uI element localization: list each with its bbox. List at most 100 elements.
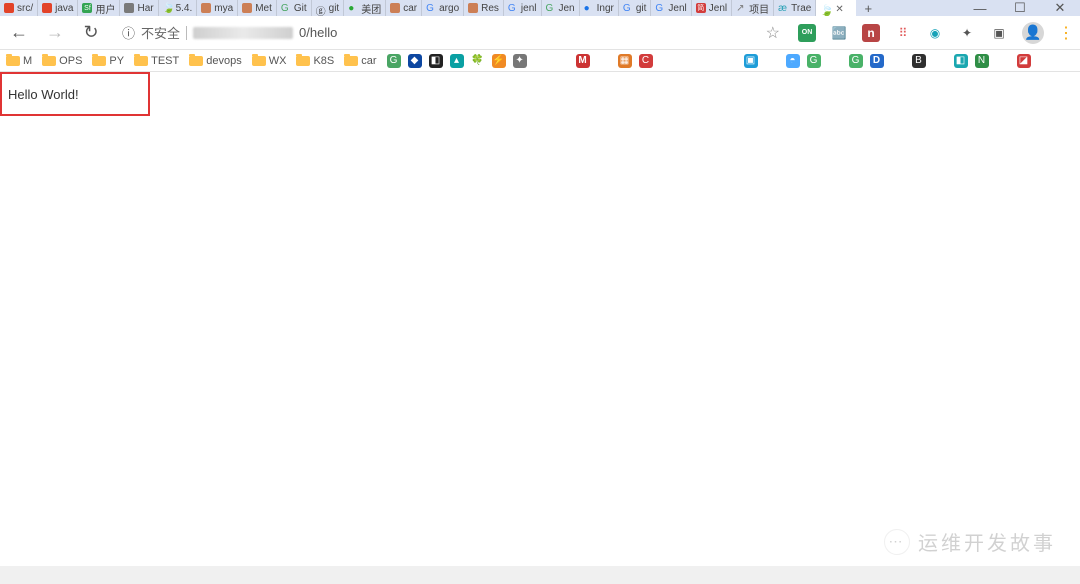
- bm-icon[interactable]: ▣: [744, 54, 758, 68]
- browser-tab[interactable]: æTrae: [774, 0, 816, 16]
- bookmark-star-icon[interactable]: ☆: [766, 23, 780, 43]
- bm-icon[interactable]: ❄: [933, 54, 947, 68]
- bookmark-folder[interactable]: WX: [252, 55, 287, 67]
- tab-title: Trae: [791, 3, 811, 14]
- bookmark-folder[interactable]: OPS: [42, 55, 82, 67]
- browser-tab[interactable]: Gjenl: [504, 0, 542, 16]
- bm-icon[interactable]: ⚠: [891, 54, 905, 68]
- bm-icon[interactable]: ▴: [450, 54, 464, 68]
- browser-tab[interactable]: GGit: [277, 0, 312, 16]
- tab-favicon: 🍃: [163, 3, 173, 13]
- tab-close-icon[interactable]: ✕: [835, 4, 843, 15]
- translate-icon[interactable]: 🔤: [830, 24, 848, 42]
- bm-icon[interactable]: ♦: [702, 54, 716, 68]
- bm-icon[interactable]: ◧: [429, 54, 443, 68]
- bm-icon[interactable]: ◆: [408, 54, 422, 68]
- browser-tab[interactable]: ↗项目: [732, 0, 774, 16]
- bm-icon[interactable]: M: [576, 54, 590, 68]
- hello-world-highlight: Hello World!: [0, 72, 150, 116]
- bm-icon[interactable]: C: [639, 54, 653, 68]
- security-status: 不安全: [141, 23, 180, 42]
- bm-icon[interactable]: ◥: [681, 54, 695, 68]
- browser-tab[interactable]: Met: [238, 0, 277, 16]
- extension-icon-n[interactable]: n: [862, 24, 880, 42]
- tab-title: Jenl: [668, 3, 686, 14]
- bm-icon[interactable]: N: [975, 54, 989, 68]
- browser-tab[interactable]: 简Jenl: [692, 0, 732, 16]
- extension-icon-cube[interactable]: ▣: [990, 24, 1008, 42]
- browser-tab-active[interactable]: 🍃✕: [816, 0, 856, 16]
- tab-title: 5.4.: [176, 3, 193, 14]
- bm-icon[interactable]: ▤: [660, 54, 674, 68]
- url-host-blurred: [193, 27, 293, 39]
- bookmark-folder[interactable]: TEST: [134, 55, 179, 67]
- browser-tab[interactable]: mya: [197, 0, 238, 16]
- bm-icon[interactable]: ⊞: [996, 54, 1010, 68]
- bm-icon[interactable]: ◓: [786, 54, 800, 68]
- bm-icon[interactable]: ⚡: [492, 54, 506, 68]
- browser-tab[interactable]: GJenl: [651, 0, 691, 16]
- site-info-icon[interactable]: ⓘ: [122, 23, 135, 42]
- browser-tab[interactable]: Sf用户: [78, 0, 120, 16]
- new-tab-button[interactable]: +: [856, 0, 880, 16]
- browser-tab[interactable]: 🍃5.4.: [159, 0, 198, 16]
- bm-icon[interactable]: B: [912, 54, 926, 68]
- browser-tab[interactable]: ●Ingr: [580, 0, 619, 16]
- bm-icon[interactable]: G: [387, 54, 401, 68]
- bookmark-folder-label: car: [361, 55, 376, 67]
- extension-icon-star[interactable]: ✦: [958, 24, 976, 42]
- bm-icon[interactable]: ✦: [513, 54, 527, 68]
- extension-icon-grid[interactable]: ⠿: [894, 24, 912, 42]
- nav-forward-button[interactable]: →: [42, 20, 68, 46]
- bm-icon[interactable]: G: [849, 54, 863, 68]
- bm-icon[interactable]: D: [870, 54, 884, 68]
- bm-icon[interactable]: ◧: [954, 54, 968, 68]
- bookmark-folder[interactable]: M: [6, 55, 32, 67]
- folder-icon: [42, 56, 56, 66]
- bm-icon[interactable]: ◯: [597, 54, 611, 68]
- browser-menu-icon[interactable]: ⋮: [1058, 23, 1074, 43]
- nav-refresh-button[interactable]: ↻: [78, 20, 104, 46]
- browser-tab[interactable]: car: [386, 0, 422, 16]
- browser-tab[interactable]: Gargo: [422, 0, 464, 16]
- window-minimize-button[interactable]: —: [960, 0, 1000, 16]
- browser-tab[interactable]: Res: [464, 0, 504, 16]
- bm-icon[interactable]: ▥: [534, 54, 548, 68]
- bm-icon[interactable]: 🍀: [471, 54, 485, 68]
- bookmark-folder[interactable]: car: [344, 55, 376, 67]
- nav-back-button[interactable]: ←: [6, 20, 32, 46]
- address-bar[interactable]: ⓘ 不安全 0/hello ☆: [114, 19, 788, 47]
- bookmark-folder[interactable]: K8S: [296, 55, 334, 67]
- bm-icon[interactable]: ✷: [765, 54, 779, 68]
- bookmark-folder[interactable]: devops: [189, 55, 241, 67]
- bm-icon[interactable]: ▦: [618, 54, 632, 68]
- tab-favicon: [242, 3, 252, 13]
- browser-tab[interactable]: ●美团: [344, 0, 386, 16]
- bookmark-folder-label: devops: [206, 55, 241, 67]
- browser-tab[interactable]: Har: [120, 0, 158, 16]
- tab-strip: src/javaSf用户Har🍃5.4.myaMetGGitⓖgit●美团car…: [0, 0, 1080, 16]
- browser-tab[interactable]: java: [38, 0, 78, 16]
- browser-tab[interactable]: ⓖgit: [312, 0, 345, 16]
- tab-favicon: ⓖ: [316, 3, 326, 13]
- tab-favicon: G: [508, 3, 518, 13]
- profile-avatar[interactable]: 👤: [1022, 22, 1044, 44]
- window-maximize-button[interactable]: ☐: [1000, 0, 1040, 16]
- bookmark-folder[interactable]: PY: [92, 55, 124, 67]
- url-path: 0/hello: [299, 25, 337, 40]
- bm-icon[interactable]: G: [807, 54, 821, 68]
- browser-tab[interactable]: src/: [0, 0, 38, 16]
- browser-tab[interactable]: Ggit: [619, 0, 652, 16]
- extension-icon-generic-1[interactable]: ◉: [926, 24, 944, 42]
- bm-icon[interactable]: ◪: [1017, 54, 1031, 68]
- bookmark-folder-label: M: [23, 55, 32, 67]
- bm-icon[interactable]: ♨: [555, 54, 569, 68]
- tab-title: 用户: [95, 1, 115, 16]
- bm-icon[interactable]: ✧: [723, 54, 737, 68]
- extension-icon-on[interactable]: ON: [798, 24, 816, 42]
- bm-icon[interactable]: #: [828, 54, 842, 68]
- bookmark-folder-label: OPS: [59, 55, 82, 67]
- window-close-button[interactable]: ✕: [1040, 0, 1080, 16]
- browser-tab[interactable]: GJen: [542, 0, 580, 16]
- wechat-icon: ⋯: [884, 529, 910, 555]
